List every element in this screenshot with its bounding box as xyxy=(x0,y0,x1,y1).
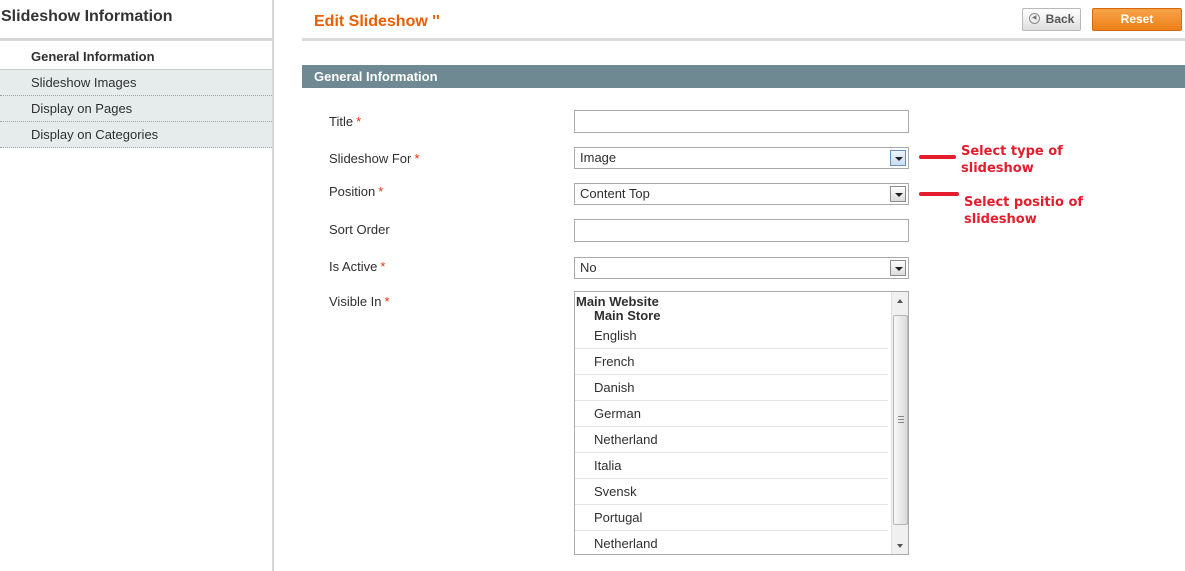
back-button[interactable]: ◀ Back xyxy=(1022,8,1081,31)
store-option-italia[interactable]: Italia xyxy=(575,453,888,479)
position-value: Content Top xyxy=(580,186,650,201)
store-option-svensk[interactable]: Svensk xyxy=(575,479,888,505)
required-marker: * xyxy=(380,259,386,274)
sort-order-label: Sort Order xyxy=(329,222,390,237)
store-option-netherland[interactable]: Netherland xyxy=(575,427,888,453)
slideshow-for-select[interactable]: Image xyxy=(574,147,909,169)
store-option-danish[interactable]: Danish xyxy=(575,375,888,401)
page-title: Edit Slideshow '' xyxy=(314,13,440,30)
back-button-label: Back xyxy=(1045,12,1075,26)
tab-display-on-categories[interactable]: Display on Categories xyxy=(0,122,272,148)
store-option-portugal[interactable]: Portugal xyxy=(575,505,888,531)
annotation-position-note: Select positio of slideshow xyxy=(964,195,1084,227)
multiselect-scrollbar[interactable] xyxy=(891,292,908,554)
tab-display-on-pages[interactable]: Display on Pages xyxy=(0,96,272,122)
dropdown-arrow-icon[interactable] xyxy=(890,150,906,166)
tab-general-information[interactable]: General Information xyxy=(0,44,272,70)
is-active-label: Is Active * xyxy=(329,259,386,274)
grip-icon xyxy=(898,416,904,423)
back-arrow-icon: ◀ xyxy=(1028,13,1040,25)
required-marker: * xyxy=(356,114,362,129)
annotation-type-note: Select type of slideshow xyxy=(961,144,1063,176)
store-option-french[interactable]: French xyxy=(575,349,888,375)
slideshow-for-value: Image xyxy=(580,150,617,165)
title-label: Title * xyxy=(329,114,362,129)
fieldset-header: General Information xyxy=(302,65,1185,88)
store-option-english[interactable]: English xyxy=(575,323,888,349)
sidebar: Slideshow Information General Informatio… xyxy=(0,0,274,571)
position-label: Position * xyxy=(329,184,384,199)
store-subgroup-main-store: Main Store xyxy=(594,308,661,323)
is-active-select[interactable]: No xyxy=(574,257,909,279)
visible-in-multiselect[interactable]: Main Website Main Store English French D… xyxy=(574,291,909,555)
scroll-down-icon[interactable] xyxy=(892,537,908,554)
position-select[interactable]: Content Top xyxy=(574,183,909,205)
reset-button[interactable]: Reset xyxy=(1092,8,1182,31)
dropdown-arrow-icon[interactable] xyxy=(890,260,906,276)
scroll-up-icon[interactable] xyxy=(892,292,908,309)
sidebar-title: Slideshow Information xyxy=(1,8,173,25)
visible-in-label: Visible In * xyxy=(329,294,390,309)
sidebar-tabs: General Information Slideshow Images Dis… xyxy=(0,44,272,148)
is-active-value: No xyxy=(580,260,597,275)
header-divider xyxy=(302,38,1185,41)
required-marker: * xyxy=(414,151,420,166)
sort-order-input[interactable] xyxy=(574,219,909,242)
required-marker: * xyxy=(378,184,384,199)
tab-slideshow-images[interactable]: Slideshow Images xyxy=(0,70,272,96)
annotation-line-position xyxy=(919,192,959,196)
sidebar-divider xyxy=(0,38,272,41)
title-input[interactable] xyxy=(574,110,909,133)
dropdown-arrow-icon[interactable] xyxy=(890,186,906,202)
slideshow-for-label: Slideshow For * xyxy=(329,151,420,166)
store-option-german[interactable]: German xyxy=(575,401,888,427)
required-marker: * xyxy=(384,294,390,309)
store-group-main-website: Main Website xyxy=(576,294,659,309)
scroll-thumb[interactable] xyxy=(893,315,908,525)
annotation-line-type xyxy=(919,155,956,159)
store-option-netherland-2[interactable]: Netherland xyxy=(575,531,888,554)
